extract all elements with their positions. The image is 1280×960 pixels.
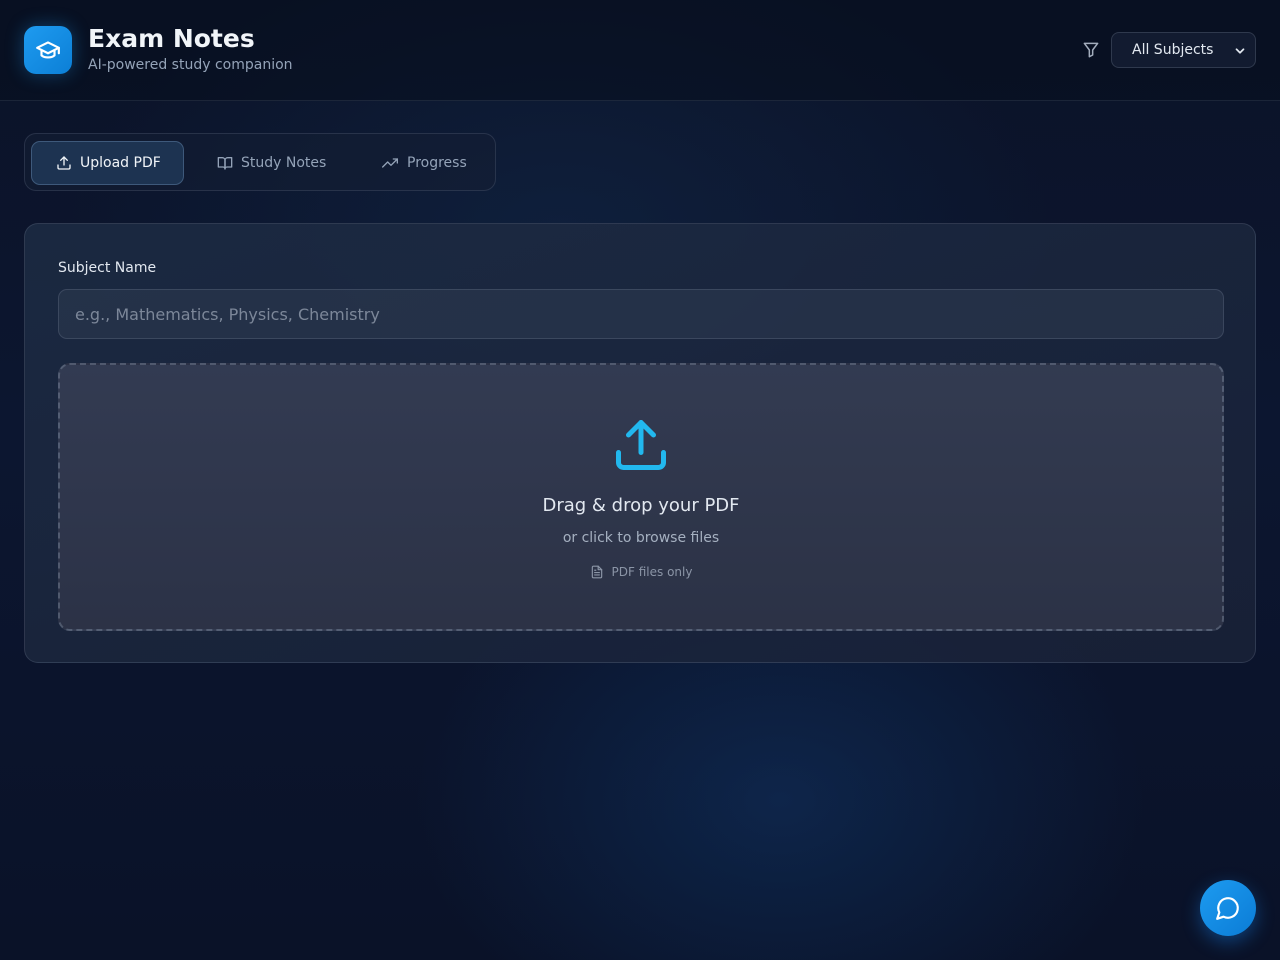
filter-icon	[1083, 42, 1099, 58]
app-subtitle: AI-powered study companion	[88, 57, 293, 73]
app-logo	[24, 26, 72, 74]
file-text-icon	[591, 565, 602, 579]
dropzone-note-text: PDF files only	[611, 565, 693, 579]
subject-filter-value: All Subjects	[1132, 42, 1214, 58]
tab-upload-pdf[interactable]: Upload PDF	[31, 141, 184, 185]
pdf-dropzone[interactable]: Drag & drop your PDF or click to browse …	[58, 363, 1224, 631]
tab-label: Upload PDF	[80, 155, 161, 171]
book-open-icon	[217, 157, 233, 170]
app-title: Exam Notes	[88, 24, 255, 53]
tab-study-notes[interactable]: Study Notes	[211, 141, 341, 185]
tab-label: Study Notes	[241, 155, 327, 171]
dropzone-note: PDF files only	[60, 564, 1222, 580]
dropzone-subtitle: or click to browse files	[562, 530, 720, 546]
upload-icon	[57, 156, 71, 170]
chat-button[interactable]	[1200, 880, 1256, 936]
subject-name-label: Subject Name	[58, 260, 157, 276]
graduation-cap-icon	[36, 41, 60, 59]
upload-icon	[616, 420, 666, 470]
subject-filter-select[interactable]: All Subjects	[1111, 32, 1256, 68]
tab-label: Progress	[407, 155, 467, 171]
tab-bar: Upload PDF Study Notes Progress	[24, 133, 496, 191]
tab-progress[interactable]: Progress	[375, 141, 485, 185]
dropzone-title: Drag & drop your PDF	[542, 495, 740, 516]
upload-card: Subject Name Drag & drop your PDF or cli…	[24, 223, 1256, 663]
trending-up-icon	[382, 158, 398, 168]
subject-name-input[interactable]	[58, 289, 1224, 339]
app-header: Exam Notes AI-powered study companion Al…	[0, 0, 1280, 101]
chevron-down-icon	[1235, 48, 1245, 54]
message-circle-icon	[1216, 897, 1239, 920]
